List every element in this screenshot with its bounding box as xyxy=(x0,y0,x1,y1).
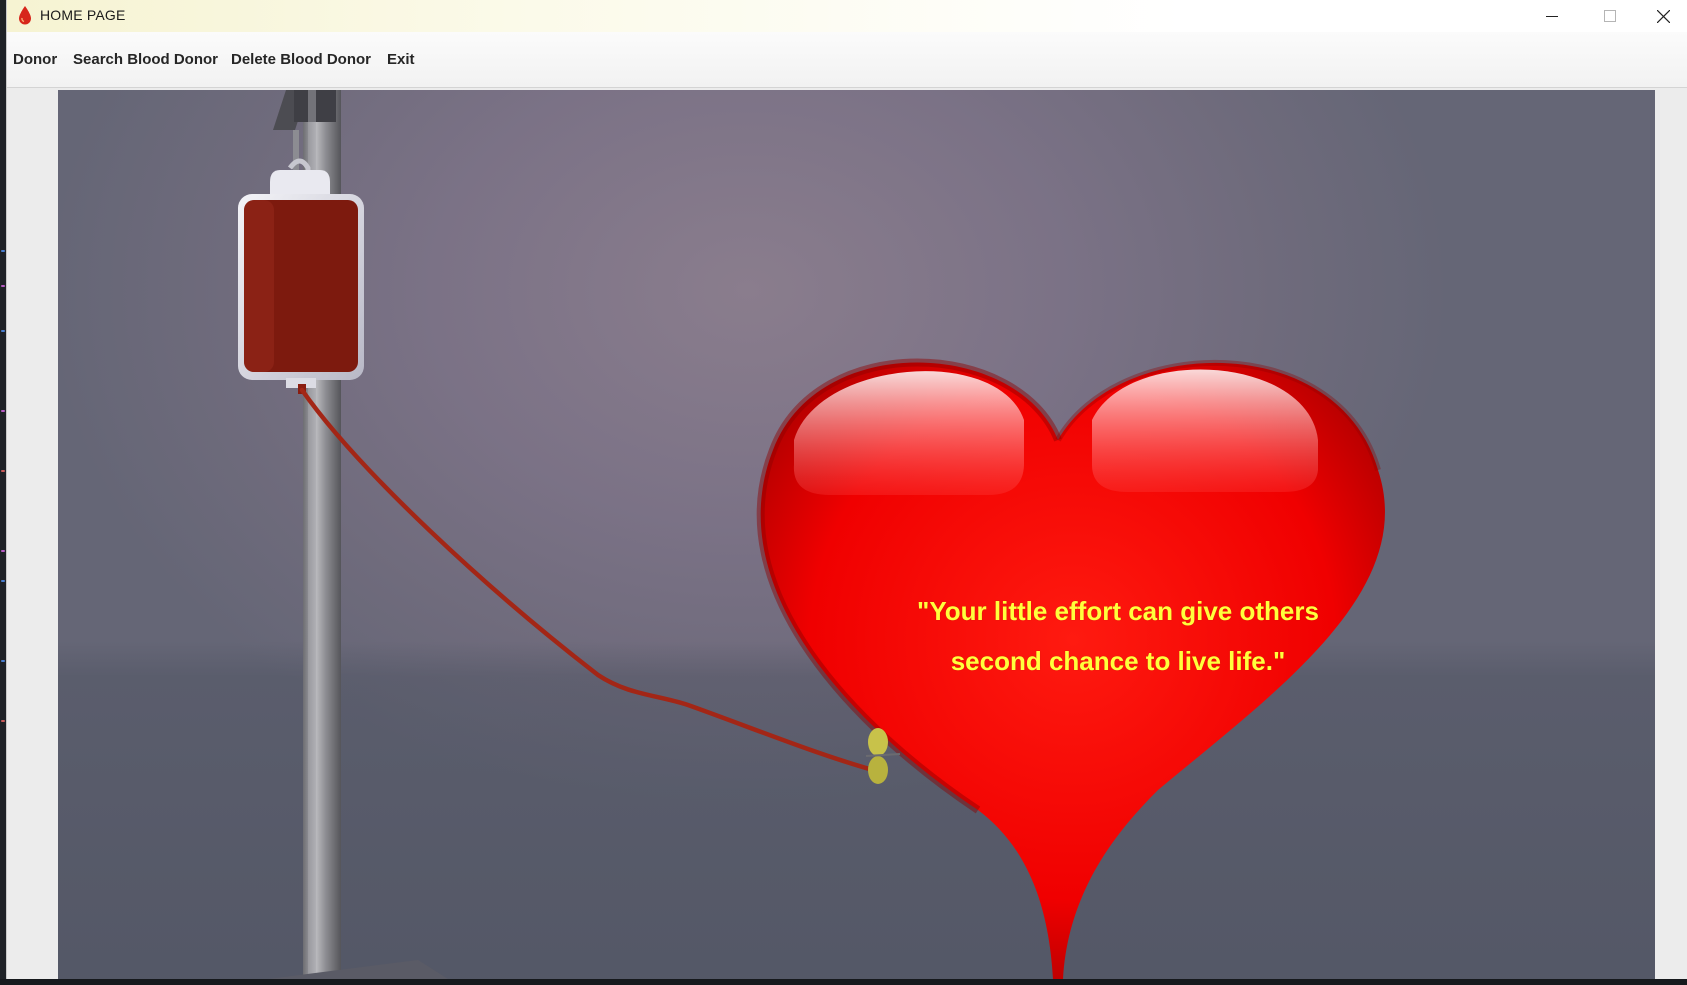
donation-quote: "Your little effort can give others seco… xyxy=(838,586,1398,686)
menu-delete-blood-donor[interactable]: Delete Blood Donor xyxy=(231,32,371,87)
close-button[interactable] xyxy=(1639,0,1687,32)
quote-line-1: "Your little effort can give others xyxy=(917,596,1319,626)
menu-donor[interactable]: Donor xyxy=(13,32,57,87)
content-area: "Your little effort can give others seco… xyxy=(7,88,1687,979)
quote-line-2: second chance to live life." xyxy=(950,646,1286,676)
blood-donation-banner: "Your little effort can give others seco… xyxy=(58,90,1655,979)
maximize-button[interactable] xyxy=(1581,0,1639,32)
blood-bag xyxy=(238,130,364,394)
menu-exit[interactable]: Exit xyxy=(387,32,415,87)
taskbar-edge xyxy=(0,979,1687,985)
menu-search-blood-donor[interactable]: Search Blood Donor xyxy=(73,32,218,87)
minimize-icon xyxy=(1546,16,1558,17)
title-bar[interactable]: HOME PAGE xyxy=(7,0,1687,32)
blood-drop-icon xyxy=(19,6,31,25)
banner-illustration xyxy=(238,90,1385,979)
minimize-button[interactable] xyxy=(1523,0,1581,32)
maximize-icon xyxy=(1604,10,1616,22)
menu-bar: Donor Search Blood Donor Delete Blood Do… xyxy=(7,32,1687,88)
background-window-strip xyxy=(0,0,7,985)
close-icon xyxy=(1656,9,1670,23)
window-title: HOME PAGE xyxy=(40,7,126,23)
home-page-window: HOME PAGE Donor Search Blood Donor Delet… xyxy=(7,0,1687,979)
